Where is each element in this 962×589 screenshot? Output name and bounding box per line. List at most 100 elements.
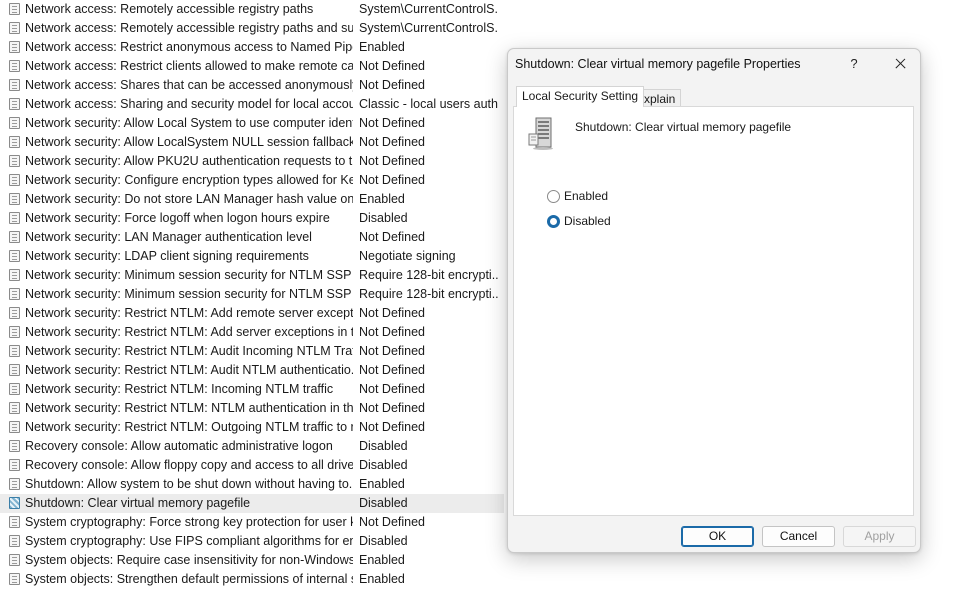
policy-row[interactable]: Network security: Allow Local System to …: [0, 114, 504, 133]
policy-setting: Not Defined: [359, 420, 426, 434]
policy-row[interactable]: Network security: LAN Manager authentica…: [0, 228, 504, 247]
policy-row[interactable]: Network security: LDAP client signing re…: [0, 247, 504, 266]
policy-name: Network security: Force logoff when logo…: [25, 211, 330, 225]
enabled-radio[interactable]: [547, 190, 560, 203]
policy-setting: Not Defined: [359, 154, 426, 168]
disabled-label[interactable]: Disabled: [564, 214, 611, 229]
policy-row[interactable]: Network security: Restrict NTLM: Audit I…: [0, 342, 504, 361]
policy-icon: [9, 421, 20, 433]
policy-icon: [9, 231, 20, 243]
policy-setting: Disabled: [359, 211, 408, 225]
policy-name: System objects: Require case insensitivi…: [25, 553, 353, 567]
policy-icon: [9, 3, 20, 15]
policy-setting: Require 128-bit encrypti...: [359, 268, 499, 282]
policy-name: Network security: Restrict NTLM: Audit I…: [25, 344, 353, 358]
server-icon: [528, 117, 553, 150]
policy-row[interactable]: System objects: Require case insensitivi…: [0, 551, 504, 570]
policy-setting: Not Defined: [359, 325, 426, 339]
policy-icon: [9, 497, 20, 509]
policy-row[interactable]: System objects: Strengthen default permi…: [0, 570, 504, 589]
policy-icon: [9, 383, 20, 395]
policy-row[interactable]: System cryptography: Use FIPS compliant …: [0, 532, 504, 551]
policy-row[interactable]: Shutdown: Allow system to be shut down w…: [0, 475, 504, 494]
policy-name: Network security: Minimum session securi…: [25, 268, 353, 282]
policy-row[interactable]: Network security: Restrict NTLM: Audit N…: [0, 361, 504, 380]
policy-row[interactable]: Network security: Restrict NTLM: Add ser…: [0, 323, 504, 342]
policy-row[interactable]: Network access: Sharing and security mod…: [0, 95, 504, 114]
policy-name: Network security: Configure encryption t…: [25, 173, 353, 187]
policy-row[interactable]: System cryptography: Force strong key pr…: [0, 513, 504, 532]
policy-icon: [9, 212, 20, 224]
policy-icon: [9, 459, 20, 471]
policy-row[interactable]: Network access: Shares that can be acces…: [0, 76, 504, 95]
policy-row[interactable]: Network access: Remotely accessible regi…: [0, 0, 504, 19]
policy-row[interactable]: Network security: Restrict NTLM: Add rem…: [0, 304, 504, 323]
policy-row[interactable]: Network security: Restrict NTLM: NTLM au…: [0, 399, 504, 418]
policy-row[interactable]: Network security: Minimum session securi…: [0, 266, 504, 285]
policy-row[interactable]: Network access: Restrict clients allowed…: [0, 57, 504, 76]
tab-local-security-setting[interactable]: Local Security Setting: [516, 86, 645, 107]
policy-name: Network security: Restrict NTLM: Add rem…: [25, 306, 353, 320]
policy-row[interactable]: Network security: Do not store LAN Manag…: [0, 190, 504, 209]
policy-row[interactable]: Recovery console: Allow automatic admini…: [0, 437, 504, 456]
policy-icon: [9, 269, 20, 281]
policy-setting: Disabled: [359, 534, 408, 548]
policy-name: Network security: Do not store LAN Manag…: [25, 192, 353, 206]
policy-icon: [9, 136, 20, 148]
policy-setting: Not Defined: [359, 78, 426, 92]
policy-name: Network security: Allow LocalSystem NULL…: [25, 135, 353, 149]
policy-setting: Classic - local users auth...: [359, 97, 499, 111]
policy-icon: [9, 41, 20, 53]
policy-row[interactable]: Network security: Allow LocalSystem NULL…: [0, 133, 504, 152]
policy-row[interactable]: Network security: Force logoff when logo…: [0, 209, 504, 228]
policy-setting: Enabled: [359, 553, 405, 567]
enabled-label[interactable]: Enabled: [564, 189, 608, 204]
policy-name: Network access: Restrict clients allowed…: [25, 59, 353, 73]
policy-row[interactable]: Network security: Restrict NTLM: Incomin…: [0, 380, 504, 399]
policy-name: Network security: Restrict NTLM: NTLM au…: [25, 401, 353, 415]
policy-name: Network access: Remotely accessible regi…: [25, 21, 353, 35]
apply-button[interactable]: Apply: [843, 526, 916, 547]
policy-name: Network access: Sharing and security mod…: [25, 97, 353, 111]
policy-icon: [9, 440, 20, 452]
policy-name: Network security: LAN Manager authentica…: [25, 230, 312, 244]
policy-icon: [9, 554, 20, 566]
policy-name: Network access: Remotely accessible regi…: [25, 2, 314, 16]
close-icon[interactable]: [884, 51, 916, 77]
policy-icon: [9, 573, 20, 585]
policy-icon: [9, 174, 20, 186]
tab-panel: Shutdown: Clear virtual memory pagefile …: [513, 106, 914, 516]
policy-icon: [9, 288, 20, 300]
policy-heading: Shutdown: Clear virtual memory pagefile: [575, 120, 792, 134]
cancel-button[interactable]: Cancel: [762, 526, 835, 547]
disabled-radio[interactable]: [547, 215, 560, 228]
policy-setting: Not Defined: [359, 306, 426, 320]
policy-row[interactable]: Network access: Restrict anonymous acces…: [0, 38, 504, 57]
policy-setting: Disabled: [359, 439, 408, 453]
policy-name: Shutdown: Clear virtual memory pagefile: [25, 496, 251, 510]
policy-setting: Not Defined: [359, 401, 426, 415]
policy-icon: [9, 22, 20, 34]
policy-icon: [9, 345, 20, 357]
policy-setting: System\CurrentControlS...: [359, 21, 499, 35]
policy-icon: [9, 326, 20, 338]
policy-row[interactable]: Network security: Minimum session securi…: [0, 285, 504, 304]
help-button[interactable]: ?: [838, 51, 870, 77]
ok-button[interactable]: OK: [681, 526, 754, 547]
policy-icon: [9, 117, 20, 129]
policy-name: Network security: LDAP client signing re…: [25, 249, 309, 263]
policy-icon: [9, 307, 20, 319]
policy-row[interactable]: Network security: Allow PKU2U authentica…: [0, 152, 504, 171]
policy-setting: Not Defined: [359, 230, 426, 244]
policy-row[interactable]: Recovery console: Allow floppy copy and …: [0, 456, 504, 475]
policy-name: Network security: Minimum session securi…: [25, 287, 353, 301]
policy-name: System objects: Strengthen default permi…: [25, 572, 353, 586]
policy-row[interactable]: Network security: Configure encryption t…: [0, 171, 504, 190]
policy-list[interactable]: Network access: Remotely accessible regi…: [0, 0, 504, 589]
policy-row[interactable]: Network security: Restrict NTLM: Outgoin…: [0, 418, 504, 437]
policy-name: Network security: Allow Local System to …: [25, 116, 353, 130]
policy-row[interactable]: Network access: Remotely accessible regi…: [0, 19, 504, 38]
policy-setting: Enabled: [359, 477, 405, 491]
policy-name: Recovery console: Allow automatic admini…: [25, 439, 333, 453]
policy-row[interactable]: Shutdown: Clear virtual memory pagefile D…: [0, 494, 504, 513]
